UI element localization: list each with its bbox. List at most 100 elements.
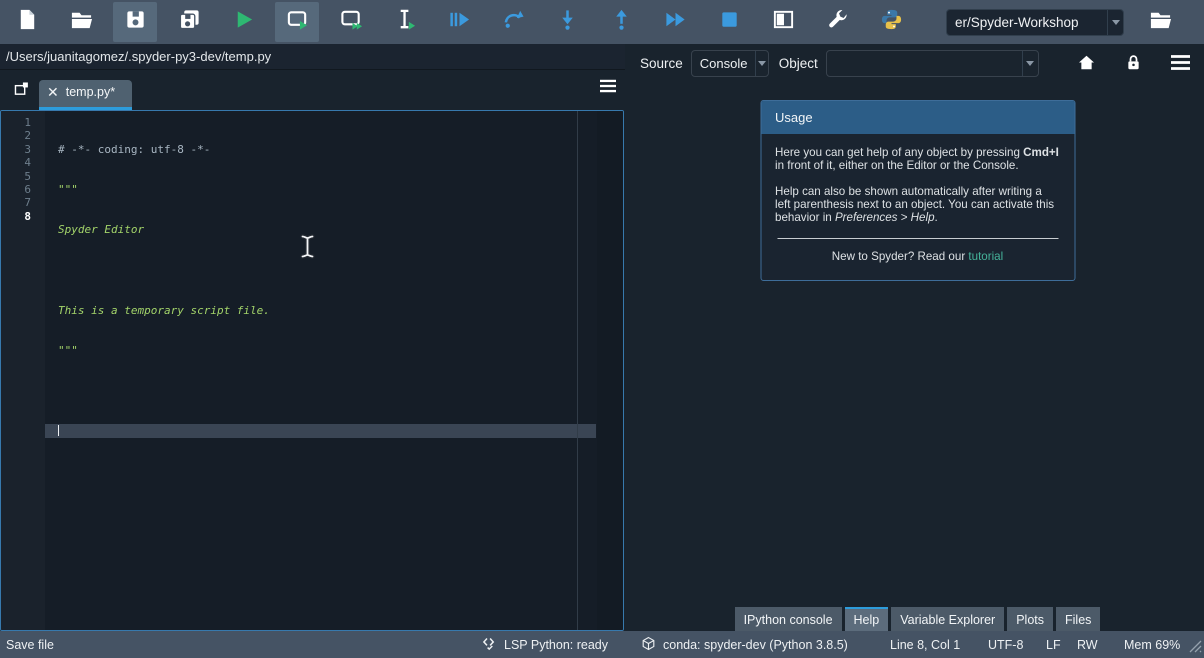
lsp-icon <box>482 636 504 654</box>
hamburger-icon <box>600 80 616 97</box>
save-all-button[interactable] <box>167 2 211 42</box>
editor-pane: /Users/juanitagomez/.spyder-py3-dev/temp… <box>0 44 625 631</box>
object-dropdown-arrow[interactable] <box>1022 51 1038 76</box>
preferences-button[interactable] <box>815 2 859 42</box>
working-directory-dropdown-arrow[interactable] <box>1107 10 1123 35</box>
editor-tab-bar: ✕ temp.py* <box>0 70 625 110</box>
new-file-icon <box>16 8 39 36</box>
continue-execution-button[interactable] <box>653 2 697 42</box>
usage-footer: New to Spyder? Read our tutorial <box>775 251 1060 269</box>
usage-paragraph-1: Here you can get help of any object by p… <box>775 147 1060 173</box>
file-path: /Users/juanitagomez/.spyder-py3-dev/temp… <box>6 49 271 64</box>
step-return-button[interactable] <box>599 2 643 42</box>
line-number: 2 <box>1 129 31 142</box>
continue-icon <box>664 8 687 36</box>
browse-working-directory-button[interactable] <box>1138 2 1182 42</box>
open-file-button[interactable] <box>59 2 103 42</box>
browse-tabs-icon <box>13 80 30 102</box>
wrench-icon <box>826 8 849 36</box>
object-combobox[interactable] <box>826 50 1039 77</box>
code-line: This is a temporary script file. <box>58 304 270 317</box>
column-edge-line <box>577 111 578 630</box>
maximize-pane-button[interactable] <box>761 2 805 42</box>
line-number: 5 <box>1 170 31 183</box>
stop-button[interactable] <box>707 2 751 42</box>
current-line-highlight <box>45 424 596 437</box>
debug-file-button[interactable] <box>437 2 481 42</box>
source-label: Source <box>640 56 683 71</box>
tab-files[interactable]: Files <box>1056 607 1100 631</box>
open-folder-icon <box>70 8 93 36</box>
lsp-status[interactable]: LSP Python: ready <box>482 631 608 658</box>
cube-icon <box>641 636 663 654</box>
usage-divider <box>777 238 1058 239</box>
usage-card: Usage Here you can get help of any objec… <box>760 100 1075 281</box>
conda-env-status[interactable]: conda: spyder-dev (Python 3.8.5) <box>641 631 848 658</box>
main-toolbar: er/Spyder-Workshop <box>0 0 1204 44</box>
code-line: """ <box>58 344 78 357</box>
step-over-icon <box>502 8 525 36</box>
help-pane: Source Console Object Usage Here you can… <box>631 44 1204 631</box>
working-directory-combobox[interactable]: er/Spyder-Workshop <box>946 9 1124 36</box>
browse-tabs-button[interactable] <box>8 78 34 104</box>
go-to-parent-directory-button[interactable] <box>1193 2 1204 42</box>
line-number: 4 <box>1 156 31 169</box>
eol-status[interactable]: LF <box>1046 631 1061 658</box>
resize-grip[interactable] <box>1189 640 1202 656</box>
scroll-flag-area[interactable] <box>597 111 623 630</box>
working-directory-value: er/Spyder-Workshop <box>947 15 1107 30</box>
stop-icon <box>718 8 741 36</box>
tab-temp-py[interactable]: ✕ temp.py* <box>39 80 132 110</box>
source-dropdown-arrow[interactable] <box>755 51 767 76</box>
status-message: Save file <box>6 631 54 658</box>
editor-options-menu-button[interactable] <box>600 79 616 98</box>
save-all-icon <box>178 8 201 36</box>
run-selection-icon <box>394 8 417 36</box>
object-label: Object <box>779 56 818 71</box>
python-logo-icon <box>880 8 903 36</box>
help-pane-header: Source Console Object <box>631 44 1204 82</box>
usage-paragraph-2: Help can also be shown automatically aft… <box>775 186 1060 225</box>
close-tab-icon[interactable]: ✕ <box>47 85 59 99</box>
memory-status[interactable]: Mem 69% <box>1124 631 1180 658</box>
python-path-manager-button[interactable] <box>869 2 913 42</box>
preferences-help-path: Preferences > Help <box>835 211 935 224</box>
tab-help[interactable]: Help <box>845 607 889 631</box>
step-over-button[interactable] <box>491 2 535 42</box>
run-icon <box>232 8 255 36</box>
tab-ipython-console[interactable]: IPython console <box>735 607 842 631</box>
run-cell-advance-button[interactable] <box>329 2 373 42</box>
save-icon <box>124 8 147 36</box>
save-file-button[interactable] <box>113 2 157 42</box>
debug-file-icon <box>448 8 471 36</box>
line-number-gutter: 1 2 3 4 5 6 7 8 <box>1 111 45 630</box>
encoding-status[interactable]: UTF-8 <box>988 631 1023 658</box>
line-number: 1 <box>1 116 31 129</box>
tab-variable-explorer[interactable]: Variable Explorer <box>891 607 1004 631</box>
help-options-menu-button[interactable] <box>1171 53 1191 73</box>
code-line: """ <box>58 183 78 196</box>
step-into-button[interactable] <box>545 2 589 42</box>
source-value: Console <box>692 56 756 71</box>
tab-plots[interactable]: Plots <box>1007 607 1053 631</box>
tutorial-link[interactable]: tutorial <box>968 250 1003 263</box>
usage-card-title: Usage <box>761 101 1074 134</box>
source-combobox[interactable]: Console <box>691 50 769 77</box>
status-bar: Save file LSP Python: ready conda: spyde… <box>0 631 1204 658</box>
lock-button[interactable] <box>1124 53 1144 73</box>
new-file-button[interactable] <box>5 2 49 42</box>
permissions-status[interactable]: RW <box>1077 631 1098 658</box>
line-number: 7 <box>1 196 31 209</box>
run-cell-button[interactable] <box>275 2 319 42</box>
run-file-button[interactable] <box>221 2 265 42</box>
pane-tab-bar: IPython console Help Variable Explorer P… <box>631 604 1204 631</box>
step-return-icon <box>610 8 633 36</box>
code-line: Spyder Editor <box>58 223 144 236</box>
code-editor[interactable]: 1 2 3 4 5 6 7 8 # -*- coding: utf-8 -*- … <box>0 110 624 631</box>
code-text-area[interactable]: # -*- coding: utf-8 -*- """ Spyder Edito… <box>45 111 623 630</box>
run-selection-button[interactable] <box>383 2 427 42</box>
run-cell-advance-icon <box>340 8 363 36</box>
home-button[interactable] <box>1077 53 1097 73</box>
tab-label: temp.py* <box>66 85 115 99</box>
cursor-position-status[interactable]: Line 8, Col 1 <box>890 631 960 658</box>
